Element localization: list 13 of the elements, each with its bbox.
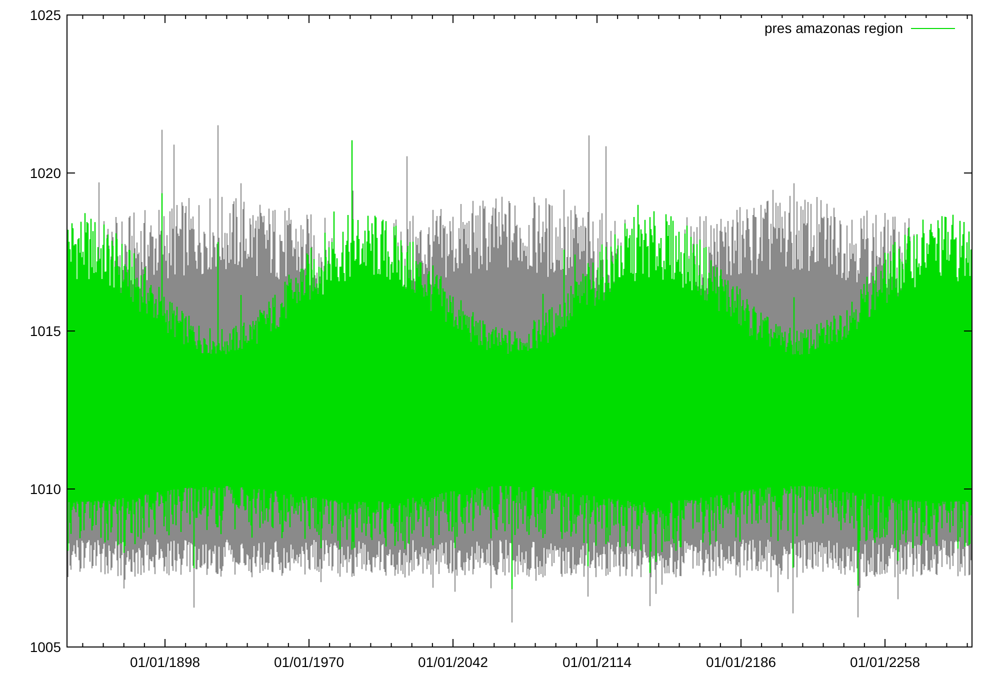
x-tick-label: 01/01/2114 bbox=[562, 654, 632, 670]
x-tick-label: 01/01/1898 bbox=[130, 654, 200, 670]
x-tick-label: 01/01/2042 bbox=[418, 654, 488, 670]
x-tick-label: 01/01/2186 bbox=[706, 654, 776, 670]
x-tick-label: 01/01/1970 bbox=[274, 654, 344, 670]
legend-line-sample bbox=[910, 28, 956, 29]
y-tick-label: 1005 bbox=[30, 639, 61, 655]
x-tick-label: 01/01/2258 bbox=[850, 654, 920, 670]
y-tick-label: 1015 bbox=[30, 323, 61, 339]
legend-label: pres amazonas region bbox=[764, 20, 903, 36]
y-tick-label: 1020 bbox=[30, 165, 61, 181]
y-tick-label: 1010 bbox=[30, 481, 61, 497]
y-tick-label: 1025 bbox=[30, 7, 61, 23]
